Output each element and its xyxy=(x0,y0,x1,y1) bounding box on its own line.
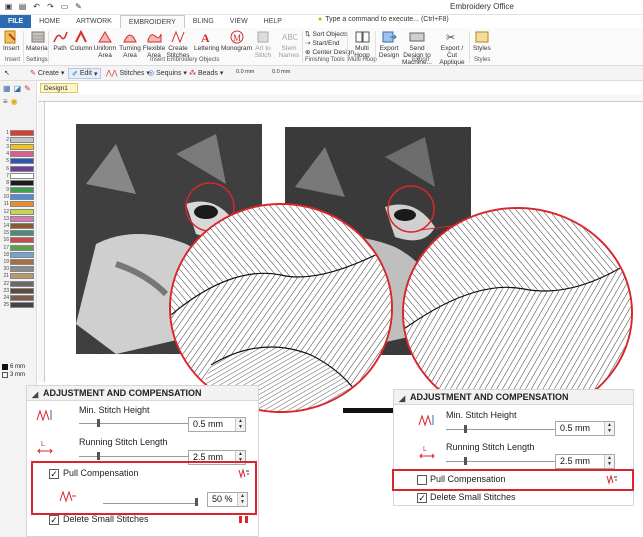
svg-text:L: L xyxy=(423,446,427,453)
min-stitch-height-slider[interactable] xyxy=(97,419,100,427)
min-stitch-height-icon xyxy=(36,409,52,422)
running-stitch-length-slider[interactable] xyxy=(97,452,100,460)
min-stitch-height-field[interactable]: 0.5 mm ▲ ▼ xyxy=(188,417,246,432)
delete-small-stitches-checkbox[interactable]: ✓ xyxy=(417,493,427,503)
pull-compensation-field[interactable]: 50 % ▲ ▼ xyxy=(207,492,248,507)
delete-small-stitches-checkbox[interactable]: ✓ xyxy=(49,515,59,525)
pull-compensation-icon xyxy=(238,468,249,479)
panel-title[interactable]: ◢ ADJUSTMENT AND COMPENSATION xyxy=(27,386,258,401)
pull-compensation-icon xyxy=(606,474,617,485)
stitch-zoom-left xyxy=(171,205,391,411)
running-stitch-length-label: Running Stitch Length xyxy=(446,442,535,452)
min-stitch-height-label: Min. Stitch Height xyxy=(446,410,517,420)
spin-arrows[interactable]: ▲ ▼ xyxy=(604,422,614,435)
pull-compensation-label: Pull Compensation xyxy=(63,468,139,478)
pull-strength-icon xyxy=(59,490,76,503)
adjustment-panel-right: ◢ ADJUSTMENT AND COMPENSATION Min. Stitch… xyxy=(392,389,634,506)
stitch-bar xyxy=(343,408,395,413)
min-stitch-height-icon xyxy=(418,414,434,427)
pull-compensation-highlight xyxy=(392,469,634,491)
svg-text:L: L xyxy=(41,441,45,448)
delete-small-stitches-icon xyxy=(239,516,248,523)
pull-compensation-checkbox[interactable] xyxy=(417,475,427,485)
min-stitch-height-field[interactable]: 0.5 mm ▲ ▼ xyxy=(555,421,615,436)
min-stitch-height-slider[interactable] xyxy=(464,425,467,433)
spin-arrows[interactable]: ▲ ▼ xyxy=(237,493,247,506)
spin-arrows[interactable]: ▲ ▼ xyxy=(604,455,614,468)
zoom-source-circle-right xyxy=(387,185,435,233)
delete-small-stitches-label: Delete Small Stitches xyxy=(430,492,516,502)
stitch-zoom-right xyxy=(404,209,631,417)
running-stitch-length-field[interactable]: 2.5 mm ▲ ▼ xyxy=(555,454,615,469)
pull-compensation-checkbox[interactable]: ✓ xyxy=(49,469,59,479)
running-stitch-length-label: Running Stitch Length xyxy=(79,437,168,447)
pull-compensation-slider[interactable] xyxy=(195,498,198,506)
running-stitch-length-icon: L xyxy=(419,446,435,459)
zoom-circle-left xyxy=(169,203,393,413)
adjustment-panel-left: ◢ ADJUSTMENT AND COMPENSATION Min. Stitch… xyxy=(26,385,259,537)
pull-compensation-slider-track xyxy=(103,503,197,504)
collapse-icon[interactable]: ◢ xyxy=(399,391,405,406)
collapse-icon[interactable]: ◢ xyxy=(32,387,38,402)
spin-arrows[interactable]: ▲ ▼ xyxy=(235,418,245,431)
running-stitch-length-icon: L xyxy=(37,441,53,454)
app-window: { "window": { "title": "Embroidery Offic… xyxy=(0,0,643,537)
min-stitch-height-label: Min. Stitch Height xyxy=(79,405,150,415)
pull-compensation-label: Pull Compensation xyxy=(430,474,506,484)
zoom-circle-right xyxy=(402,207,633,419)
panel-title[interactable]: ◢ ADJUSTMENT AND COMPENSATION xyxy=(394,390,633,405)
running-stitch-length-slider[interactable] xyxy=(464,457,467,465)
delete-small-stitches-label: Delete Small Stitches xyxy=(63,514,149,524)
